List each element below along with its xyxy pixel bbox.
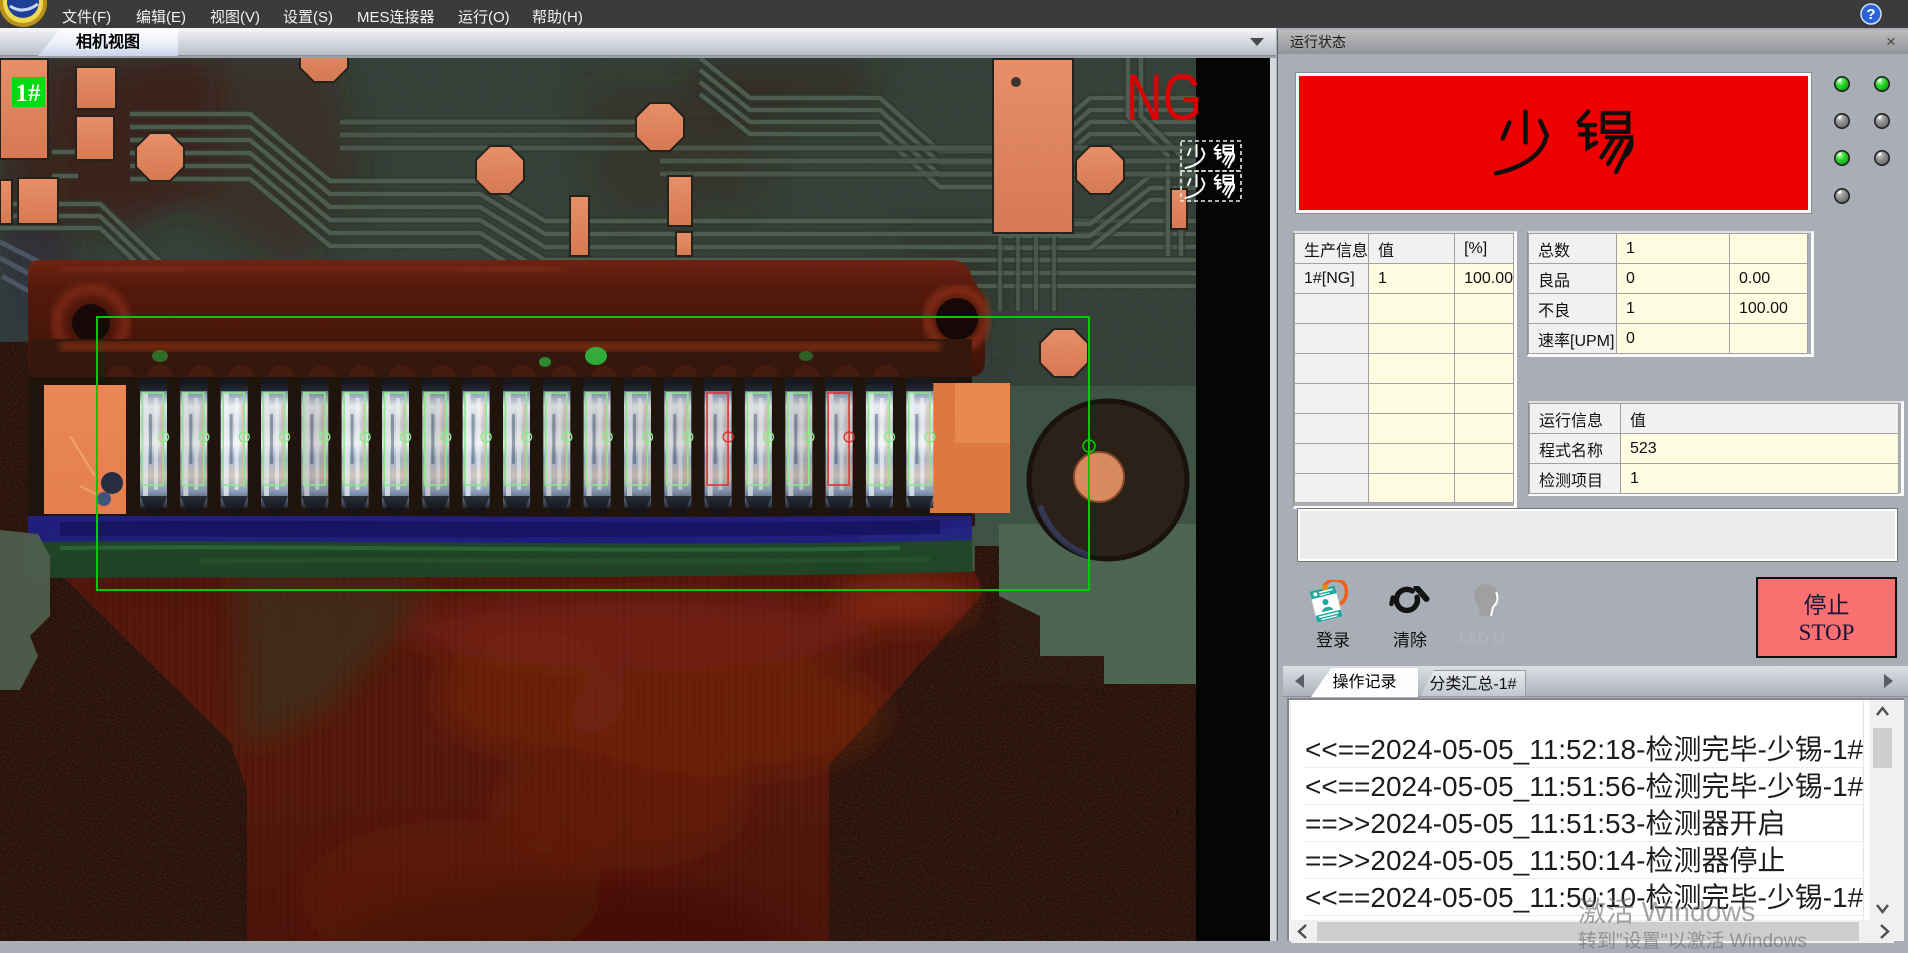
svg-text:?: ? bbox=[1866, 6, 1875, 23]
